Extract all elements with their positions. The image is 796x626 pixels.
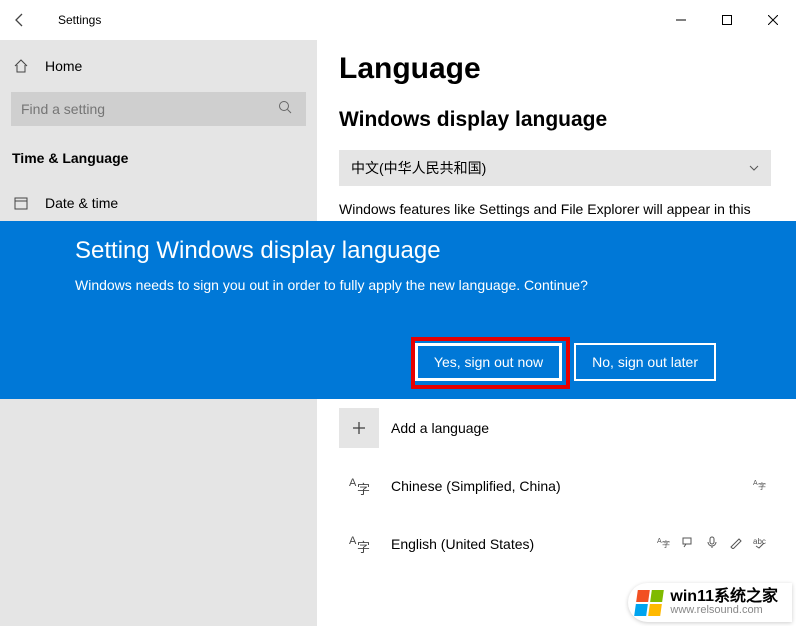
- svg-text:字: 字: [758, 481, 766, 491]
- chevron-down-icon: [749, 160, 759, 176]
- watermark: win11系统之家 www.relsound.com: [628, 583, 792, 622]
- search-icon: [278, 100, 296, 119]
- display-lang-icon: A字: [751, 477, 769, 494]
- watermark-logo: [635, 590, 665, 616]
- sidebar-item-date-time[interactable]: Date & time: [0, 180, 317, 226]
- language-features: A字 abc: [655, 535, 769, 552]
- plus-icon: [339, 408, 379, 448]
- speech-icon: [703, 535, 721, 552]
- add-language-label: Add a language: [391, 420, 489, 436]
- sidebar-item-label: Date & time: [45, 195, 118, 211]
- yes-signout-button[interactable]: Yes, sign out now: [415, 343, 562, 381]
- home-icon: [13, 58, 31, 74]
- dropdown-value: 中文(中华人民共和国): [351, 158, 486, 178]
- dialog-text: Windows needs to sign you out in order t…: [75, 277, 721, 293]
- spellcheck-icon: abc: [751, 535, 769, 552]
- dialog-title: Setting Windows display language: [75, 237, 721, 265]
- window-title: Settings: [58, 13, 101, 27]
- sidebar-home-label: Home: [45, 58, 82, 74]
- search-input[interactable]: [21, 101, 278, 117]
- add-language-row[interactable]: Add a language: [339, 408, 774, 448]
- language-features: A字: [751, 477, 769, 494]
- watermark-url: www.relsound.com: [670, 605, 778, 616]
- tts-icon: [679, 535, 697, 552]
- signout-dialog: Setting Windows display language Windows…: [0, 221, 796, 399]
- svg-text:字: 字: [357, 540, 370, 555]
- svg-text:字: 字: [662, 539, 670, 549]
- sidebar-home[interactable]: Home: [0, 40, 317, 92]
- no-signout-button[interactable]: No, sign out later: [574, 343, 716, 381]
- back-button[interactable]: [0, 0, 40, 40]
- language-icon: A字: [339, 466, 379, 506]
- search-box[interactable]: [11, 92, 306, 126]
- page-title: Language: [339, 52, 774, 86]
- svg-text:abc: abc: [753, 537, 766, 546]
- minimize-button[interactable]: [658, 0, 704, 40]
- language-name: Chinese (Simplified, China): [391, 478, 751, 494]
- close-button[interactable]: [750, 0, 796, 40]
- section-title: Windows display language: [339, 108, 774, 132]
- watermark-title: win11系统之家: [670, 589, 778, 605]
- language-row[interactable]: A字 English (United States) A字 abc: [339, 524, 769, 564]
- language-icon: A字: [339, 524, 379, 564]
- display-lang-icon: A字: [655, 535, 673, 552]
- svg-text:A: A: [349, 477, 357, 489]
- calendar-icon: [13, 195, 31, 211]
- sidebar-section-label: Time & Language: [0, 126, 317, 166]
- svg-text:字: 字: [357, 482, 370, 497]
- language-name: English (United States): [391, 536, 655, 552]
- display-language-dropdown[interactable]: 中文(中华人民共和国): [339, 150, 771, 186]
- maximize-button[interactable]: [704, 0, 750, 40]
- language-row[interactable]: A字 Chinese (Simplified, China) A字: [339, 466, 769, 506]
- titlebar: Settings: [0, 0, 796, 40]
- svg-text:A: A: [349, 535, 357, 547]
- handwriting-icon: [727, 535, 745, 552]
